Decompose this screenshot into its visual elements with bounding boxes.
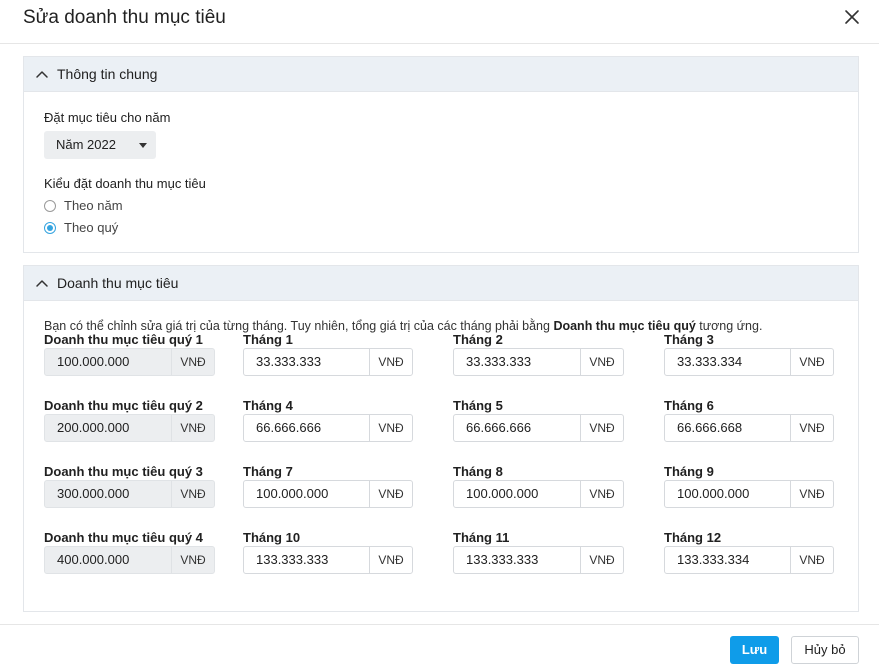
quarter-total-field: 400.000.000 VNĐ [44,546,215,574]
quarter-total-field: 200.000.000 VNĐ [44,414,215,442]
amount-value: 200.000.000 [45,415,172,441]
modal-title: Sửa doanh thu mục tiêu [23,7,226,28]
amount-value[interactable]: 66.666.666 [244,415,370,441]
month-label: Tháng 2 [453,332,503,347]
amount-value: 100.000.000 [45,349,172,375]
radio-button[interactable] [44,199,56,212]
quarter-label: Doanh thu mục tiêu quý 2 [44,398,203,413]
amount-value: 400.000.000 [45,547,172,573]
month-label: Tháng 8 [453,464,503,479]
amount-value[interactable]: 100.000.000 [244,481,370,507]
quarter-label: Doanh thu mục tiêu quý 4 [44,530,203,545]
general-info-heading: Thông tin chung [57,66,158,82]
currency-unit: VNĐ [180,355,206,369]
currency-unit: VNĐ [180,553,206,567]
currency-unit: VNĐ [799,553,825,567]
month-label: Tháng 4 [243,398,293,413]
currency-unit: VNĐ [378,487,404,501]
month-label: Tháng 12 [664,530,722,545]
month-value-input[interactable]: 66.666.666 VNĐ [453,414,624,442]
month-label: Tháng 7 [243,464,293,479]
month-value-input[interactable]: 33.333.334 VNĐ [664,348,834,376]
month-value-input[interactable]: 33.333.333 VNĐ [453,348,624,376]
general-info-section: Thông tin chung Đặt mục tiêu cho năm Năm… [23,56,859,253]
currency-unit: VNĐ [799,421,825,435]
amount-value[interactable]: 133.333.334 [665,547,791,573]
amount-value[interactable]: 33.333.334 [665,349,791,375]
modal-header: Sửa doanh thu mục tiêu [0,0,879,44]
amount-value[interactable]: 33.333.333 [454,349,581,375]
quarter-label: Doanh thu mục tiêu quý 3 [44,464,203,479]
currency-unit: VNĐ [589,553,615,567]
month-value-input[interactable]: 100.000.000 VNĐ [664,480,834,508]
amount-value[interactable]: 100.000.000 [665,481,791,507]
target-revenue-heading: Doanh thu mục tiêu [57,275,179,291]
month-label: Tháng 10 [243,530,301,545]
year-select[interactable]: Năm 2022 [44,131,156,159]
note-text: Bạn có thể chỉnh sửa giá trị của từng th… [44,319,554,333]
quarter-total-field: 100.000.000 VNĐ [44,348,215,376]
currency-unit: VNĐ [180,487,206,501]
currency-unit: VNĐ [799,487,825,501]
amount-value[interactable]: 33.333.333 [244,349,370,375]
year-select-value: Năm 2022 [56,137,116,152]
currency-unit: VNĐ [180,421,206,435]
month-value-input[interactable]: 133.333.333 VNĐ [453,546,624,574]
month-label: Tháng 6 [664,398,714,413]
amount-value[interactable]: 66.666.668 [665,415,791,441]
quarter-label: Doanh thu mục tiêu quý 1 [44,332,203,347]
general-info-header[interactable]: Thông tin chung [24,57,858,92]
amount-value[interactable]: 133.333.333 [244,547,370,573]
month-value-input[interactable]: 133.333.334 VNĐ [664,546,834,574]
currency-unit: VNĐ [589,421,615,435]
month-label: Tháng 11 [453,530,510,545]
currency-unit: VNĐ [799,355,825,369]
amount-value: 300.000.000 [45,481,172,507]
month-value-input[interactable]: 100.000.000 VNĐ [453,480,624,508]
cancel-button[interactable]: Hủy bỏ [791,636,859,664]
month-label: Tháng 3 [664,332,714,347]
month-value-input[interactable]: 66.666.666 VNĐ [243,414,413,442]
amount-value[interactable]: 133.333.333 [454,547,581,573]
radio-label: Theo quý [64,220,119,235]
month-label: Tháng 1 [243,332,293,347]
month-value-input[interactable]: 33.333.333 VNĐ [243,348,413,376]
target-revenue-section: Doanh thu mục tiêu Bạn có thể chỉnh sửa … [23,265,859,612]
close-icon [845,10,859,24]
currency-unit: VNĐ [378,421,404,435]
chevron-up-icon [35,67,49,81]
chevron-up-icon [35,276,49,290]
radio-button[interactable] [44,221,56,234]
month-value-input[interactable]: 66.666.668 VNĐ [664,414,834,442]
month-label: Tháng 9 [664,464,714,479]
instruction-note: Bạn có thể chỉnh sửa giá trị của từng th… [44,319,762,333]
radio-by-year[interactable]: Theo năm [44,198,123,213]
mode-label: Kiểu đặt doanh thu mục tiêu [44,176,206,191]
month-value-input[interactable]: 133.333.333 VNĐ [243,546,413,574]
note-bold: Doanh thu mục tiêu quý [553,319,696,333]
currency-unit: VNĐ [378,355,404,369]
currency-unit: VNĐ [378,553,404,567]
currency-unit: VNĐ [589,487,615,501]
note-suffix: tương ứng. [695,319,763,333]
month-label: Tháng 5 [453,398,503,413]
radio-by-quarter[interactable]: Theo quý [44,220,118,235]
currency-unit: VNĐ [589,355,615,369]
close-button[interactable] [842,7,862,27]
amount-value[interactable]: 100.000.000 [454,481,581,507]
year-label: Đặt mục tiêu cho năm [44,110,171,125]
target-revenue-header[interactable]: Doanh thu mục tiêu [24,266,858,301]
radio-label: Theo năm [64,198,123,213]
quarter-total-field: 300.000.000 VNĐ [44,480,215,508]
save-button[interactable]: Lưu [730,636,779,664]
caret-down-icon [139,143,147,148]
amount-value[interactable]: 66.666.666 [454,415,581,441]
month-value-input[interactable]: 100.000.000 VNĐ [243,480,413,508]
